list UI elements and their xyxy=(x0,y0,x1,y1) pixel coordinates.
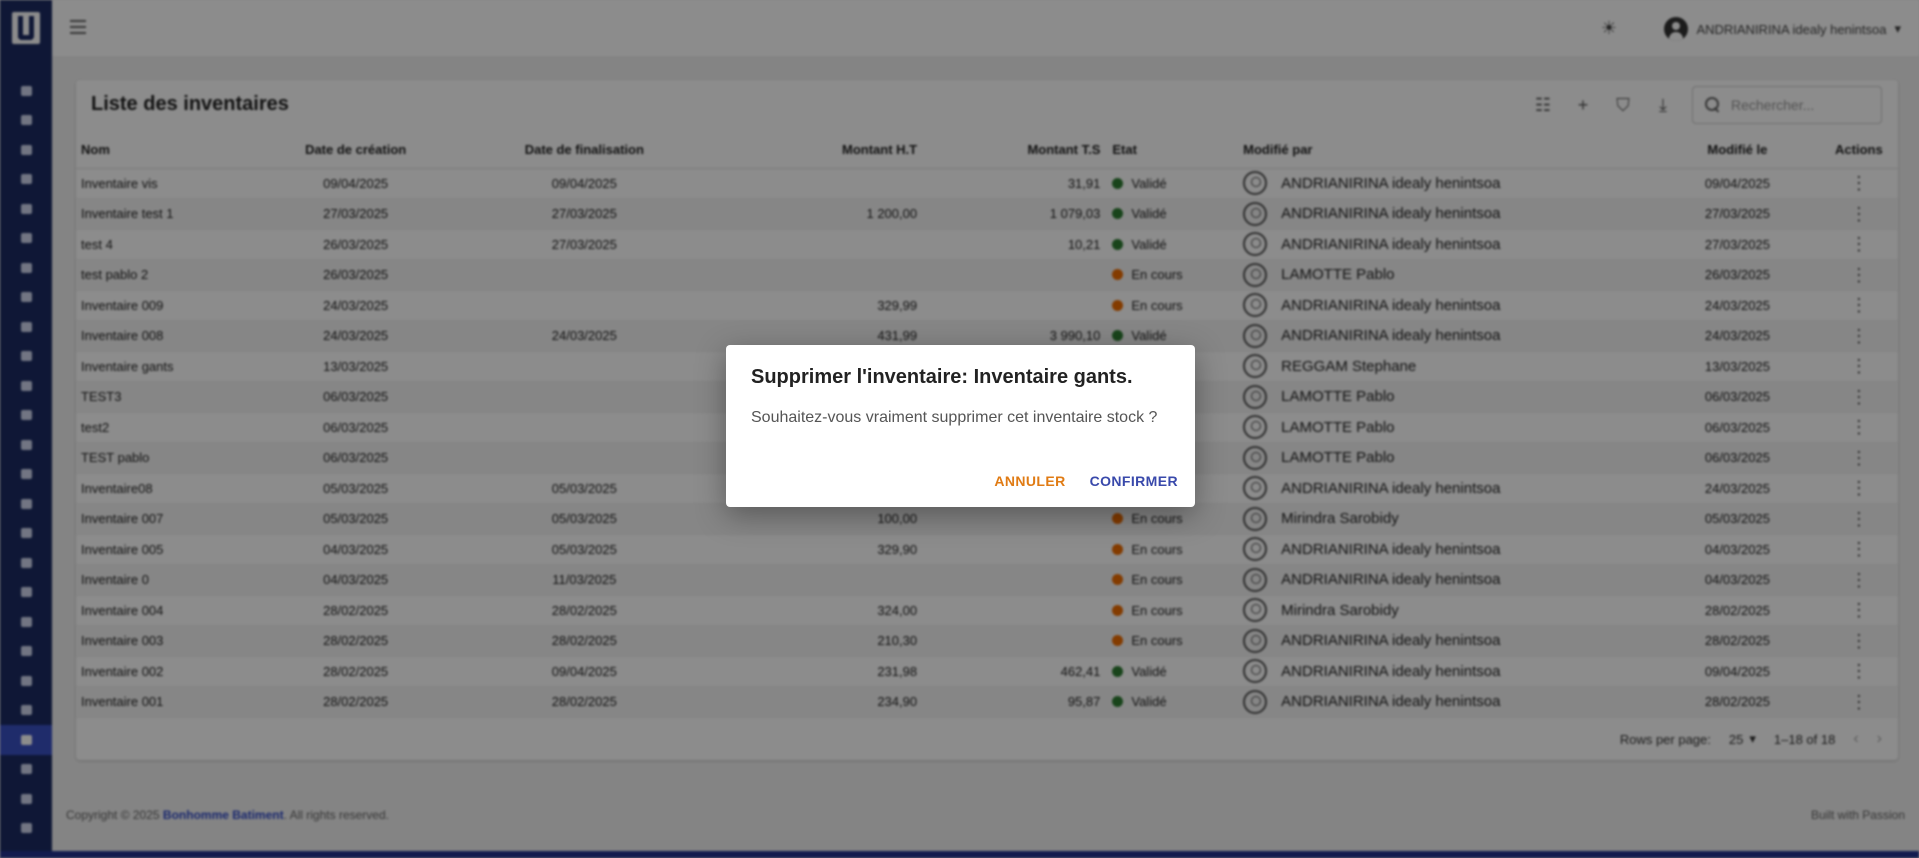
confirm-button[interactable]: CONFIRMER xyxy=(1090,473,1178,489)
dialog-actions: ANNULER CONFIRMER xyxy=(994,473,1178,489)
dialog-message: Souhaitez-vous vraiment supprimer cet in… xyxy=(751,409,1158,426)
dialog-title: Supprimer l'inventaire: Inventaire gants… xyxy=(751,366,1133,388)
cancel-button[interactable]: ANNULER xyxy=(994,473,1065,489)
delete-confirm-dialog: Supprimer l'inventaire: Inventaire gants… xyxy=(726,345,1195,507)
